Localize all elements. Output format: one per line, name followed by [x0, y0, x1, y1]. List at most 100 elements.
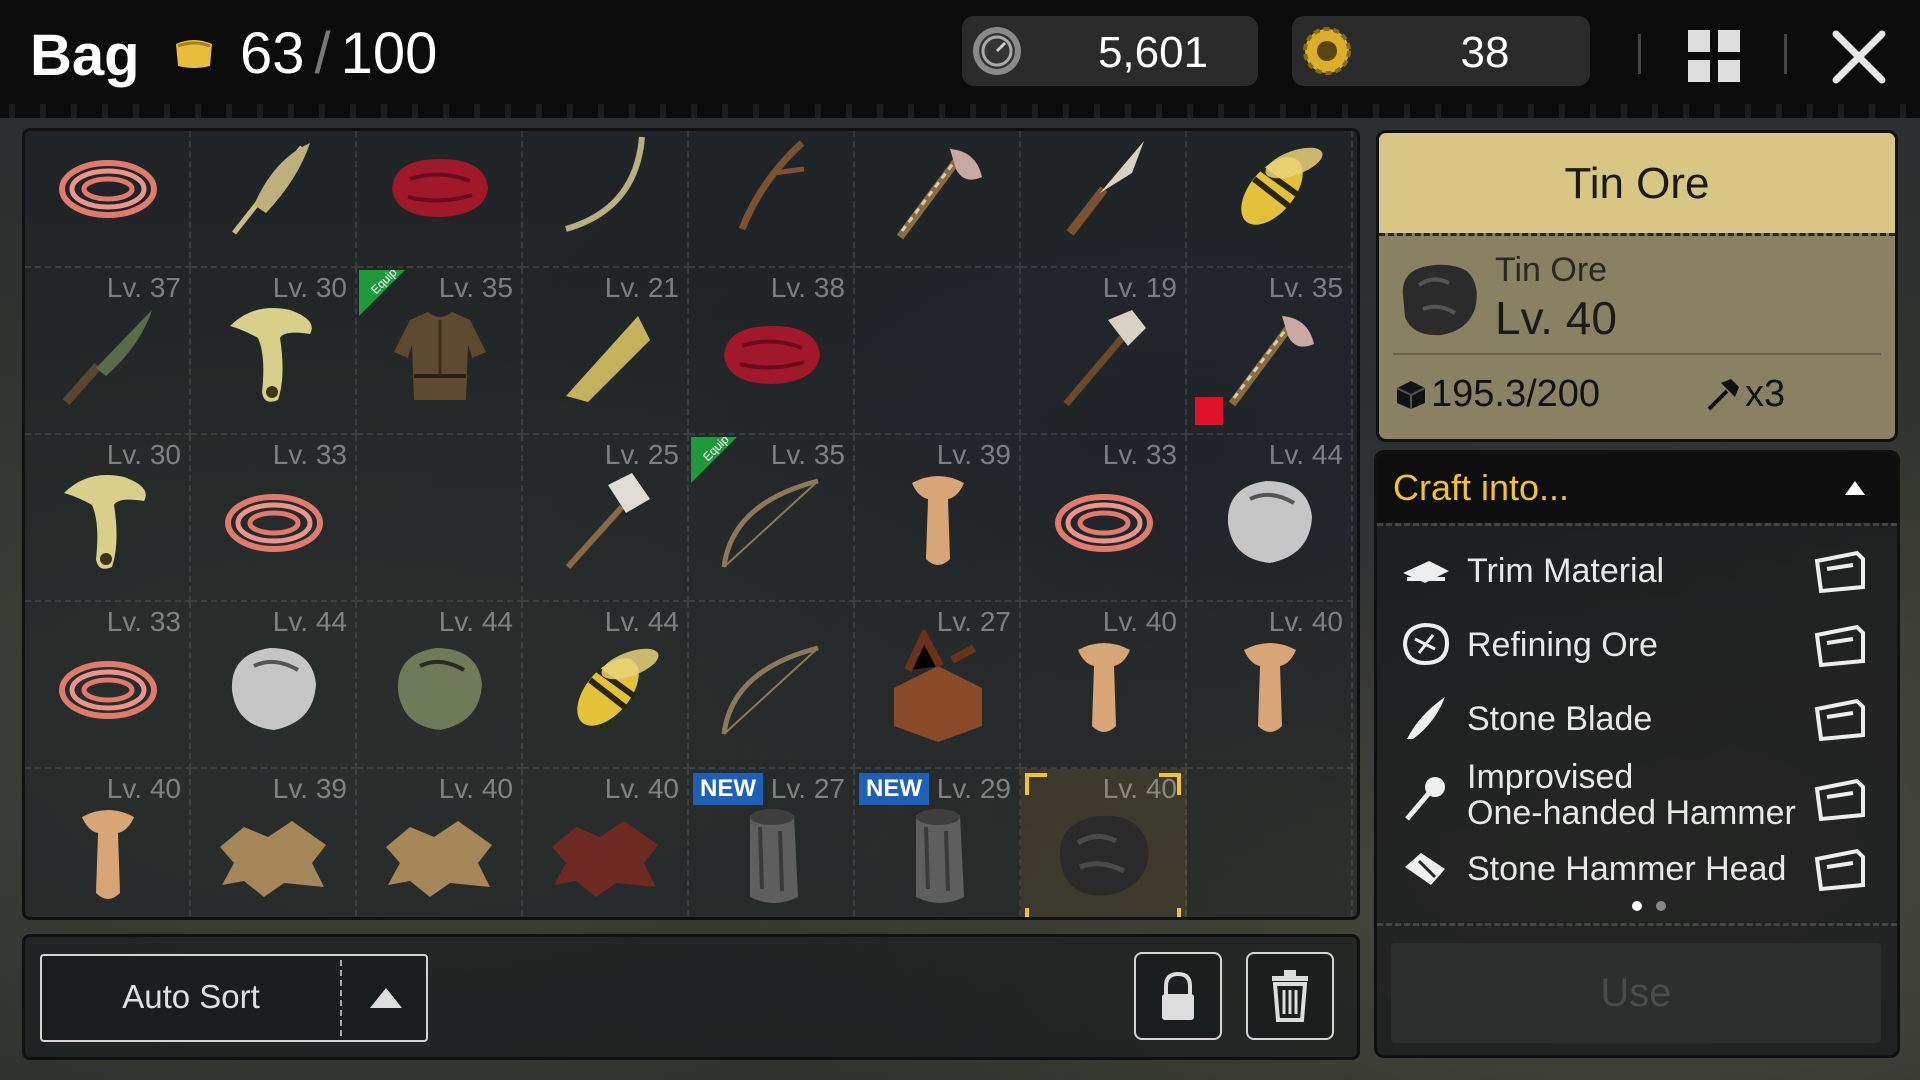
collapse-arrow-icon[interactable]: [1843, 479, 1867, 497]
raw-meat-icon: [724, 326, 820, 384]
inventory-slot[interactable]: Lv. 29 NEW: [855, 769, 1021, 917]
log-icon: [750, 809, 798, 903]
item-level-label: Lv. 33: [1102, 439, 1177, 470]
inventory-slot[interactable]: Lv. 35 Equip: [357, 268, 523, 435]
inventory-slot[interactable]: Lv. 40: [1021, 602, 1187, 769]
item-level-label: Lv. 35: [1268, 272, 1343, 303]
inventory-slot[interactable]: [855, 131, 1021, 268]
lock-button[interactable]: [1134, 952, 1222, 1040]
inventory-slot[interactable]: Lv. 35 Equip: [689, 435, 855, 602]
red-hide-icon: [552, 821, 658, 897]
inventory-slot[interactable]: Lv. 35: [1187, 268, 1353, 435]
inventory-slot[interactable]: Lv. 44: [523, 602, 689, 769]
hammer-icon: [1707, 379, 1739, 411]
inventory-slot[interactable]: [1187, 131, 1353, 268]
inventory-slot[interactable]: Lv. 40: [25, 769, 191, 917]
stone-icon: [231, 648, 316, 730]
recipe-label: One-handed Hammer: [1467, 794, 1796, 832]
item-detail-panel: Tin Ore Tin Ore Lv. 40 195.3/200 x3: [1376, 130, 1898, 442]
close-icon[interactable]: [1830, 28, 1888, 86]
detail-divider: [1379, 233, 1895, 236]
inventory-slot[interactable]: Lv. 39: [191, 769, 357, 917]
inventory-slot[interactable]: Lv. 40: [523, 769, 689, 917]
stone-hammer-icon: [1063, 310, 1146, 407]
inventory-slot[interactable]: Lv. 37: [25, 268, 191, 435]
inventory-slot[interactable]: Lv. 30: [25, 435, 191, 602]
item-level-label: Lv. 44: [604, 606, 679, 637]
item-level-label: Lv. 21: [604, 272, 679, 303]
inventory-slot[interactable]: Lv. 39: [855, 435, 1021, 602]
inventory-slot[interactable]: Lv. 38: [689, 268, 855, 435]
bag-capacity: 63/100: [240, 20, 437, 87]
workbench-icon: [1814, 550, 1865, 594]
inventory-slot[interactable]: [689, 131, 855, 268]
auto-sort-button[interactable]: Auto Sort: [40, 954, 428, 1042]
item-level-label: Lv. 39: [272, 773, 347, 804]
inventory-slot[interactable]: Lv. 44: [357, 602, 523, 769]
item-level-label: Lv. 35: [438, 272, 513, 303]
item-level-label: Lv. 33: [106, 606, 181, 637]
craft-panel: Craft into... Trim Material Refining Ore…: [1374, 450, 1900, 1058]
inventory-slot[interactable]: Lv. 33: [191, 435, 357, 602]
workbench-icon: [1814, 698, 1865, 742]
lock-icon: [1162, 971, 1194, 1020]
selection-corner: [1159, 908, 1181, 917]
inventory-slot[interactable]: [191, 131, 357, 268]
inventory-slot[interactable]: Lv. 44: [191, 602, 357, 769]
auto-sort-label: Auto Sort: [122, 978, 260, 1015]
log-icon: [916, 809, 964, 903]
inventory-slot[interactable]: [1021, 131, 1187, 268]
bow-string-icon: [565, 136, 645, 232]
inventory-slot[interactable]: Lv. 33: [25, 602, 191, 769]
item-detail-title: Tin Ore: [1564, 159, 1710, 208]
inventory-slot[interactable]: [357, 131, 523, 268]
workbench-icon: [1814, 778, 1865, 822]
recipe-improvised-hammer[interactable]: Improvised One-handed Hammer: [1377, 759, 1897, 833]
inventory-slot[interactable]: [357, 435, 523, 602]
leather-hide-icon: [386, 821, 492, 897]
stone-blade-icon: [1407, 697, 1445, 739]
inventory-slot[interactable]: Lv. 30: [191, 268, 357, 435]
inventory-slot[interactable]: Lv. 40: [1187, 602, 1353, 769]
sort-options-arrow-icon[interactable]: [368, 986, 404, 1010]
bone-icon: [912, 476, 964, 565]
inventory-slot[interactable]: [25, 131, 191, 268]
inventory-slot[interactable]: Lv. 25: [523, 435, 689, 602]
item-level-label: Lv. 40: [106, 773, 181, 804]
leather-hide-icon: [220, 821, 326, 897]
feather-icon: [232, 143, 310, 235]
recipe-stone-hammer-head[interactable]: Stone Hammer Head: [1377, 833, 1897, 903]
item-name: Tin Ore: [1495, 251, 1608, 289]
stone-axe-icon: [1228, 316, 1314, 407]
inventory-slot[interactable]: Lv. 27 NEW: [689, 769, 855, 917]
recipe-refining-ore[interactable]: Refining Ore: [1377, 609, 1897, 679]
inventory-slot[interactable]: Lv. 40: [1021, 769, 1187, 917]
currency-gold: 38: [1292, 16, 1590, 86]
item-level-label: Lv. 30: [106, 439, 181, 470]
item-level: Lv. 40: [1495, 292, 1617, 344]
item-level-label: Lv. 40: [604, 773, 679, 804]
detail-divider: [1393, 353, 1881, 355]
inventory-slot[interactable]: Lv. 44: [1187, 435, 1353, 602]
inventory-slot[interactable]: [689, 602, 855, 769]
inventory-slot[interactable]: [1187, 769, 1353, 917]
inventory-slot[interactable]: [855, 268, 1021, 435]
inventory-slot[interactable]: Lv. 21: [523, 268, 689, 435]
grid-view-icon[interactable]: [1686, 28, 1742, 84]
recipe-stone-blade[interactable]: Stone Blade: [1377, 683, 1897, 753]
recipe-label: Refining Ore: [1467, 626, 1658, 664]
rope-icon: [59, 661, 157, 719]
trash-button[interactable]: [1246, 952, 1334, 1040]
inventory-slot[interactable]: Lv. 27: [855, 602, 1021, 769]
rope-icon: [1055, 494, 1153, 552]
item-level-label: Lv. 40: [438, 773, 513, 804]
item-level-label: Lv. 27: [770, 773, 845, 804]
recipe-trim-material[interactable]: Trim Material: [1377, 535, 1897, 605]
inventory-slot[interactable]: Lv. 40: [357, 769, 523, 917]
weight-cube-icon: [1396, 381, 1426, 409]
use-button[interactable]: Use: [1391, 943, 1881, 1043]
inventory-slot[interactable]: [523, 131, 689, 268]
capacity-current: 63: [240, 21, 305, 86]
inventory-slot[interactable]: Lv. 19: [1021, 268, 1187, 435]
inventory-slot[interactable]: Lv. 33: [1021, 435, 1187, 602]
